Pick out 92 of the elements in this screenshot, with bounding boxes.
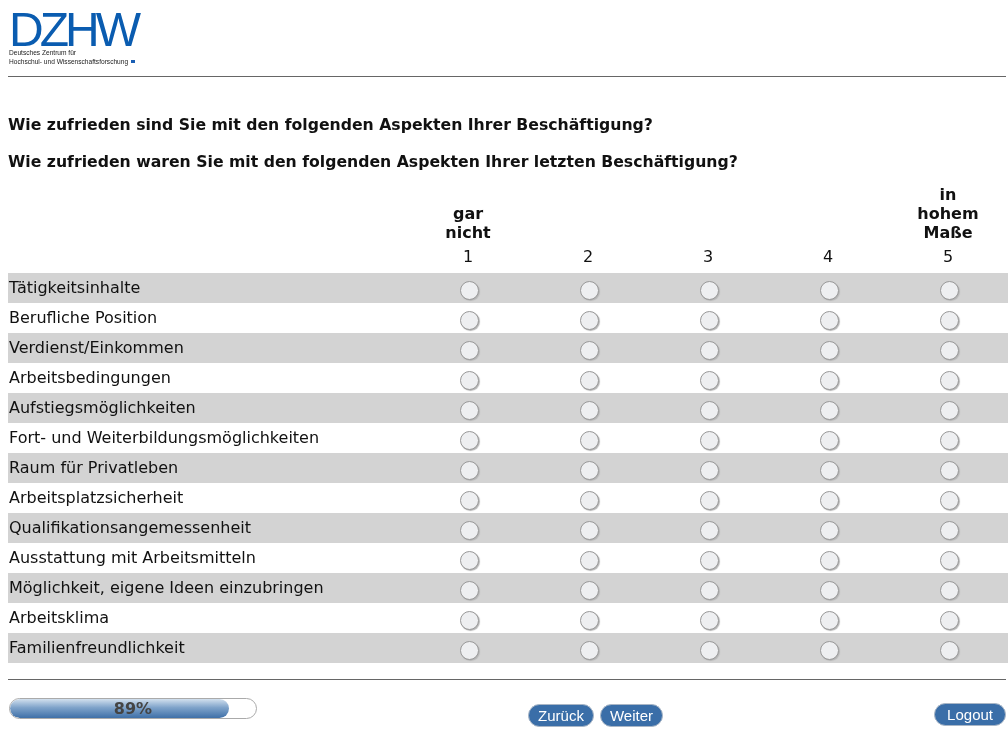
question-text: Wie zufrieden waren Sie mit den folgenden Aspekten Ihrer letzten Beschäftigung? [8,152,739,172]
radio-button[interactable] [579,280,599,300]
radio-button[interactable] [579,550,599,570]
radio-button[interactable] [699,490,719,510]
radio-button[interactable] [939,400,959,420]
radio-button[interactable] [459,490,479,510]
radio-button[interactable] [459,430,479,450]
logout-button[interactable]: Logout [934,703,1006,726]
logo-wordmark: DZHW [9,12,137,48]
radio-button[interactable] [459,400,479,420]
item-label: Fort- und Weiterbildungsmöglichkeiten [8,428,320,448]
radio-button[interactable] [939,280,959,300]
scale-number: 1 [462,247,474,267]
scale-number: 2 [582,247,594,267]
scale-label: gar nicht [445,204,491,242]
radio-button[interactable] [579,580,599,600]
item-label: Berufliche Position [8,308,158,328]
item-label: Arbeitsbedingungen [8,368,171,388]
scale-number: 4 [822,247,834,267]
radio-button[interactable] [939,340,959,360]
radio-button[interactable] [699,340,719,360]
radio-button[interactable] [699,460,719,480]
radio-button[interactable] [459,460,479,480]
scale-label: in hohem Maße [917,185,979,242]
radio-button[interactable] [819,550,839,570]
radio-button[interactable] [459,550,479,570]
radio-button[interactable] [819,490,839,510]
radio-button[interactable] [459,310,479,330]
radio-button[interactable] [819,640,839,660]
radio-button[interactable] [939,370,959,390]
radio-button[interactable] [459,340,479,360]
radio-button[interactable] [579,520,599,540]
radio-button[interactable] [579,310,599,330]
scale-number: 3 [702,247,714,267]
radio-button[interactable] [459,610,479,630]
item-label: Raum für Privatleben [8,458,179,478]
radio-button[interactable] [579,610,599,630]
progress-label: 89% [112,699,154,718]
radio-button[interactable] [699,280,719,300]
radio-button[interactable] [459,280,479,300]
radio-button[interactable] [819,520,839,540]
radio-button[interactable] [939,490,959,510]
radio-button[interactable] [939,520,959,540]
radio-button[interactable] [819,370,839,390]
radio-button[interactable] [699,610,719,630]
radio-button[interactable] [939,310,959,330]
scale-number: 5 [942,247,954,267]
item-label: Möglichkeit, eigene Ideen einzubringen [8,578,324,598]
item-label: Verdienst/Einkommen [8,338,184,358]
radio-button[interactable] [699,310,719,330]
radio-button[interactable] [459,640,479,660]
radio-button[interactable] [699,550,719,570]
radio-button[interactable] [459,580,479,600]
radio-button[interactable] [819,280,839,300]
item-label: Ausstattung mit Arbeitsmitteln [8,548,256,568]
radio-button[interactable] [939,640,959,660]
radio-button[interactable] [699,430,719,450]
radio-button[interactable] [819,310,839,330]
item-label: Familienfreundlichkeit [8,638,185,658]
item-label: Arbeitsplatzsicherheit [8,488,184,508]
radio-button[interactable] [939,580,959,600]
radio-button[interactable] [939,430,959,450]
radio-button[interactable] [579,430,599,450]
radio-button[interactable] [819,460,839,480]
item-label: Aufstiegsmöglichkeiten [8,398,196,418]
radio-button[interactable] [939,550,959,570]
radio-button[interactable] [699,370,719,390]
radio-button[interactable] [459,520,479,540]
radio-button[interactable] [579,400,599,420]
radio-button[interactable] [699,520,719,540]
item-label: Arbeitsklima [8,608,110,628]
item-label: Tätigkeitsinhalte [8,278,141,298]
radio-button[interactable] [579,370,599,390]
radio-button[interactable] [819,400,839,420]
radio-button[interactable] [819,340,839,360]
nav-button[interactable]: Zurück [528,704,594,727]
radio-button[interactable] [939,460,959,480]
radio-button[interactable] [939,610,959,630]
radio-button[interactable] [819,610,839,630]
radio-button[interactable] [699,580,719,600]
radio-button[interactable] [579,340,599,360]
item-label: Qualifikationsangemessenheit [8,518,251,538]
question-text: Wie zufrieden sind Sie mit den folgenden Aspekten Ihrer Beschäftigung? [8,115,654,135]
radio-button[interactable] [819,580,839,600]
radio-button[interactable] [579,640,599,660]
radio-button[interactable] [819,430,839,450]
radio-button[interactable] [699,640,719,660]
radio-button[interactable] [699,400,719,420]
nav-button[interactable]: Weiter [599,704,663,727]
radio-button[interactable] [459,370,479,390]
radio-button[interactable] [579,460,599,480]
radio-button[interactable] [579,490,599,510]
